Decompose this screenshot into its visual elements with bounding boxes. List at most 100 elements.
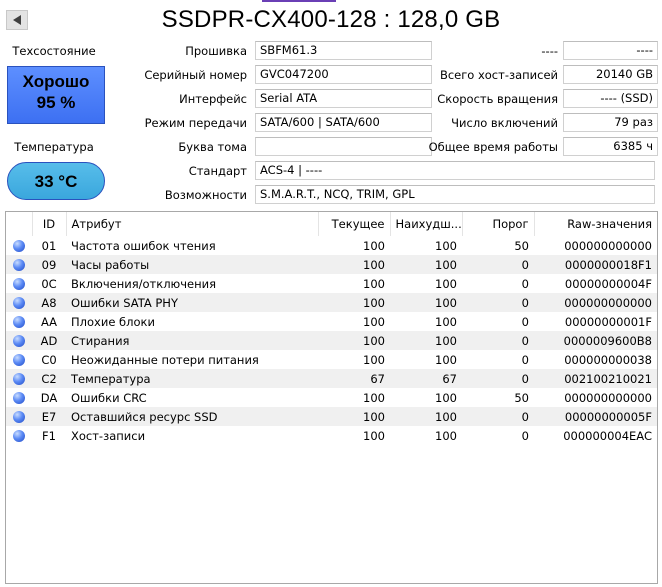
power-on-count-label: Число включений: [451, 116, 558, 130]
status-dot-icon: [13, 335, 25, 347]
attr-current: 100: [363, 352, 385, 367]
column-header-status[interactable]: [6, 212, 33, 236]
attr-raw: 0000009600B8: [534, 331, 657, 350]
attr-name: Часы работы: [66, 255, 318, 274]
attr-current: 100: [318, 407, 390, 426]
column-header-threshold[interactable]: Порог: [462, 212, 535, 236]
status-dot-icon: [13, 392, 25, 404]
window-accent-line: [262, 0, 336, 2]
temperature-label: Температура: [14, 140, 94, 154]
attr-id: E7: [32, 407, 66, 426]
column-header-current[interactable]: Текущее: [318, 212, 391, 236]
standard-label: Стандарт: [188, 164, 247, 178]
drive-letter-value: [255, 137, 432, 156]
features-value: S.M.A.R.T., NCQ, TRIM, GPL: [255, 185, 655, 204]
drive-letter-label: Буква тома: [178, 140, 247, 154]
table-row[interactable]: 0C Включения/отключения 100 100 0 000000…: [6, 274, 657, 293]
attr-threshold: 0: [462, 255, 534, 274]
attr-id: AD: [32, 331, 66, 350]
attr-current: 100: [363, 238, 385, 253]
attr-threshold: 0: [521, 352, 529, 367]
column-header-worst[interactable]: Наихудш...: [390, 212, 463, 236]
attr-worst: 67: [390, 369, 462, 388]
interface-label: Интерфейс: [179, 92, 247, 106]
attr-raw: 000000000000: [534, 293, 657, 312]
serial-number-label: Серийный номер: [144, 68, 247, 82]
firmware-value: SBFM61.3: [255, 41, 432, 60]
attr-threshold: 0: [521, 314, 529, 329]
attr-raw: 002100210021: [534, 369, 657, 388]
table-header: ID Атрибут Текущее Наихудш... Порог Raw-…: [6, 212, 657, 236]
attr-current: 100: [363, 428, 385, 443]
attr-id: 0C: [41, 276, 57, 291]
table-row[interactable]: E7 Оставшийся ресурс SSD 100 100 0 00000…: [6, 407, 657, 426]
health-status-badge[interactable]: Хорошо 95 %: [7, 66, 105, 124]
rotation-rate-value: ---- (SSD): [563, 89, 658, 108]
column-header-raw-values[interactable]: Raw-значения: [534, 212, 657, 236]
column-header-id[interactable]: ID: [32, 212, 67, 236]
standard-value: ACS-4 | ----: [255, 161, 655, 180]
attr-name: Ошибки CRC: [71, 390, 147, 405]
attr-raw: 0000000018F1: [534, 255, 657, 274]
attr-worst: 100: [390, 255, 462, 274]
power-on-hours-value: 6385 ч: [563, 137, 658, 156]
health-status-label: Техсостояние: [12, 44, 96, 58]
attr-worst: 100: [435, 276, 457, 291]
table-row[interactable]: 09 Часы работы 100 100 0 0000000018F1: [6, 255, 657, 274]
attr-id: 09: [32, 255, 66, 274]
table-row[interactable]: A8 Ошибки SATA PHY 100 100 0 00000000000…: [6, 293, 657, 312]
serial-number-value: GVC047200: [255, 65, 432, 84]
attr-name: Частота ошибок чтения: [71, 238, 216, 253]
transfer-mode-label: Режим передачи: [144, 116, 247, 130]
table-row[interactable]: DA Ошибки CRC 100 100 50 000000000000: [6, 388, 657, 407]
column-header-attribute[interactable]: Атрибут: [66, 212, 319, 236]
power-on-hours-label: Общее время работы: [428, 140, 558, 154]
attr-current: 100: [363, 314, 385, 329]
attr-raw: 00000000001F: [564, 314, 652, 329]
smart-attributes-table[interactable]: ID Атрибут Текущее Наихудш... Порог Raw-…: [5, 211, 658, 584]
attr-name: Включения/отключения: [71, 276, 217, 291]
attr-id: A8: [32, 293, 66, 312]
attr-id: C2: [32, 369, 66, 388]
attr-current: 100: [318, 331, 390, 350]
status-dot-icon: [13, 354, 25, 366]
attr-name: Неожиданные потери питания: [71, 352, 259, 367]
status-dot-icon: [13, 373, 25, 385]
features-label: Возможности: [164, 188, 247, 202]
rotation-rate-label: Скорость вращения: [437, 92, 558, 106]
status-dot-icon: [13, 297, 25, 309]
status-dot-icon: [13, 316, 25, 328]
status-dot-icon: [13, 411, 25, 423]
attr-raw: 000000000000: [564, 390, 652, 405]
attr-id: F1: [42, 428, 56, 443]
status-dot-icon: [13, 278, 25, 290]
temperature-badge[interactable]: 33 °C: [7, 162, 105, 200]
power-on-count-value: 79 раз: [563, 113, 658, 132]
attr-threshold: 0: [462, 293, 534, 312]
attr-current: 67: [318, 369, 390, 388]
table-row[interactable]: C0 Неожиданные потери питания 100 100 0 …: [6, 350, 657, 369]
attr-threshold: 0: [521, 276, 529, 291]
attr-id: C0: [41, 352, 57, 367]
table-row[interactable]: AA Плохие блоки 100 100 0 00000000001F: [6, 312, 657, 331]
attr-current: 100: [318, 255, 390, 274]
attr-name: Плохие блоки: [71, 314, 155, 329]
table-row[interactable]: F1 Хост-записи 100 100 0 000000004EAC: [6, 426, 657, 445]
interface-value: Serial ATA: [255, 89, 432, 108]
attr-worst: 100: [390, 407, 462, 426]
attr-threshold: 50: [514, 238, 529, 253]
attr-threshold: 0: [462, 331, 534, 350]
attr-name: Хост-записи: [71, 428, 146, 443]
health-percent: 95 %: [36, 93, 76, 112]
attr-current: 100: [363, 390, 385, 405]
attr-worst: 100: [435, 238, 457, 253]
table-row[interactable]: C2 Температура 67 67 0 002100210021: [6, 369, 657, 388]
table-row[interactable]: 01 Частота ошибок чтения 100 100 50 0000…: [6, 236, 657, 255]
unknown-stat-label: ----: [541, 44, 558, 58]
attr-raw: 000000004EAC: [563, 428, 652, 443]
attr-raw: 000000000038: [564, 352, 652, 367]
unknown-stat-value: ----: [563, 41, 658, 60]
attr-worst: 100: [435, 390, 457, 405]
table-row[interactable]: AD Стирания 100 100 0 0000009600B8: [6, 331, 657, 350]
attr-current: 100: [318, 293, 390, 312]
